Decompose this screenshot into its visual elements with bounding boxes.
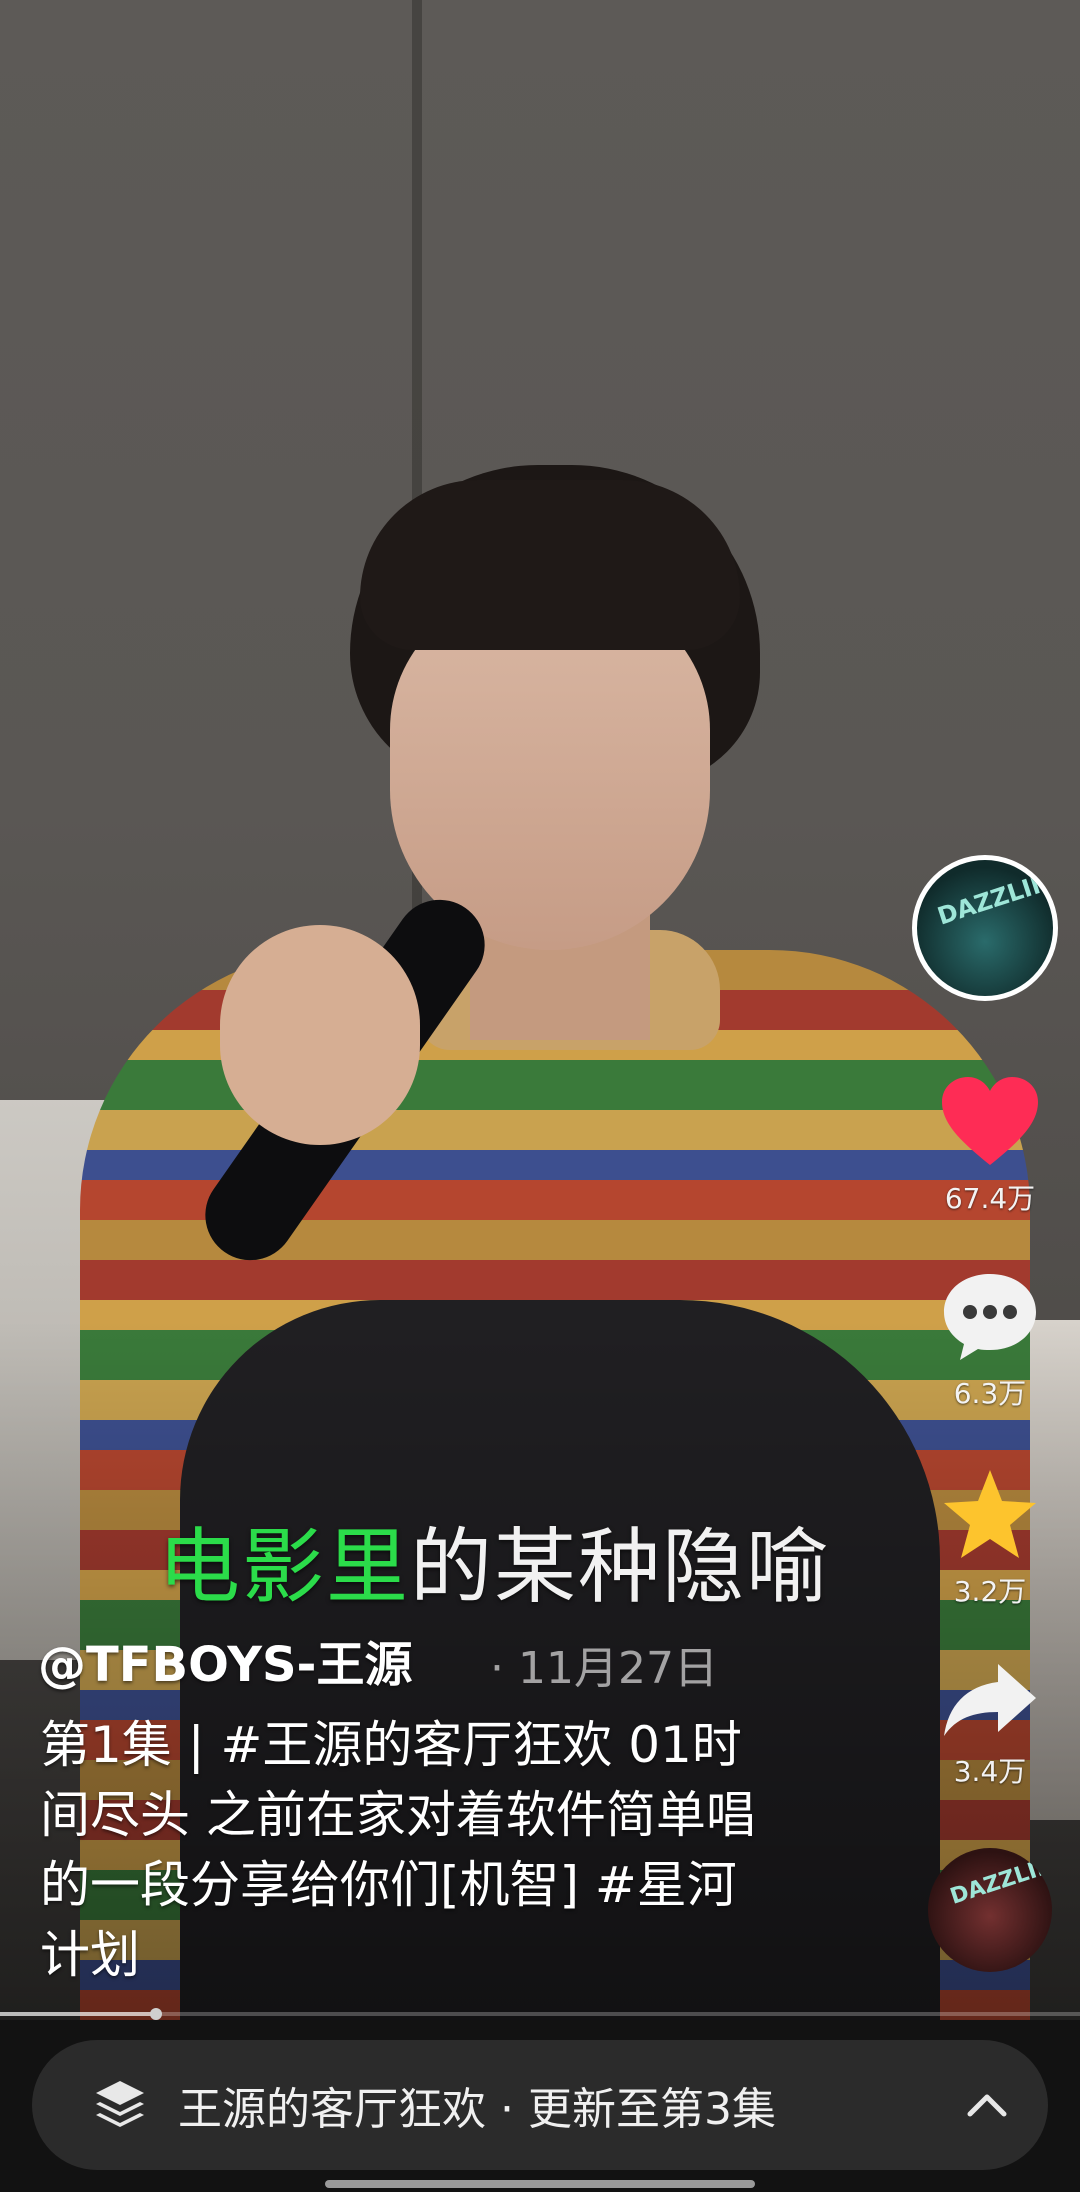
favorite-button[interactable]: 3.2万 [930, 1468, 1050, 1610]
lyric-subtitle: 电影里的某种隐喻 [158, 1500, 830, 1619]
hair-fringe [360, 480, 740, 650]
like-count: 67.4万 [944, 1182, 1036, 1215]
collection-bar[interactable]: 王源的客厅狂欢 · 更新至第3集 [32, 2040, 1048, 2170]
comment-icon [944, 1274, 1036, 1360]
heart-icon [942, 1077, 1038, 1165]
author-name[interactable]: @TFBOYS-王源 [38, 1625, 412, 1695]
author-avatar[interactable]: DAZZLING [912, 855, 1058, 1001]
share-button[interactable]: 3.4万 [930, 1660, 1050, 1790]
progress-handle[interactable] [150, 2008, 162, 2020]
comment-button[interactable]: 6.3万 [930, 1270, 1050, 1412]
share-icon [944, 1664, 1036, 1736]
star-icon [944, 1470, 1036, 1558]
chevron-up-icon[interactable] [962, 2080, 1012, 2130]
share-count: 3.4万 [953, 1755, 1027, 1788]
favorite-count: 3.2万 [953, 1575, 1027, 1608]
music-disc[interactable]: DAZZLING [928, 1848, 1052, 1972]
avatar-text: DAZZLING [934, 861, 1058, 931]
layers-icon [96, 2081, 144, 2127]
hand [220, 925, 420, 1145]
comment-count: 6.3万 [953, 1377, 1027, 1410]
lyric-rest: 的某种隐喻 [410, 1520, 831, 1615]
like-button[interactable]: 67.4万 [930, 1075, 1050, 1217]
post-date: · 11月27日 [490, 1643, 718, 1694]
lyric-sung: 电影里 [158, 1520, 411, 1615]
collection-label: 王源的客厅狂欢 · 更新至第3集 [178, 2084, 776, 2135]
progress-fill [0, 2012, 152, 2016]
music-disc-text: DAZZLING [947, 1848, 1052, 1910]
home-indicator[interactable] [325, 2180, 755, 2188]
post-description[interactable]: 第1集 | #王源的客厅狂欢 01时间尽头 之前在家对着软件简单唱的一段分享给你… [40, 1710, 780, 1990]
video-progress-bar[interactable] [0, 2008, 1080, 2020]
